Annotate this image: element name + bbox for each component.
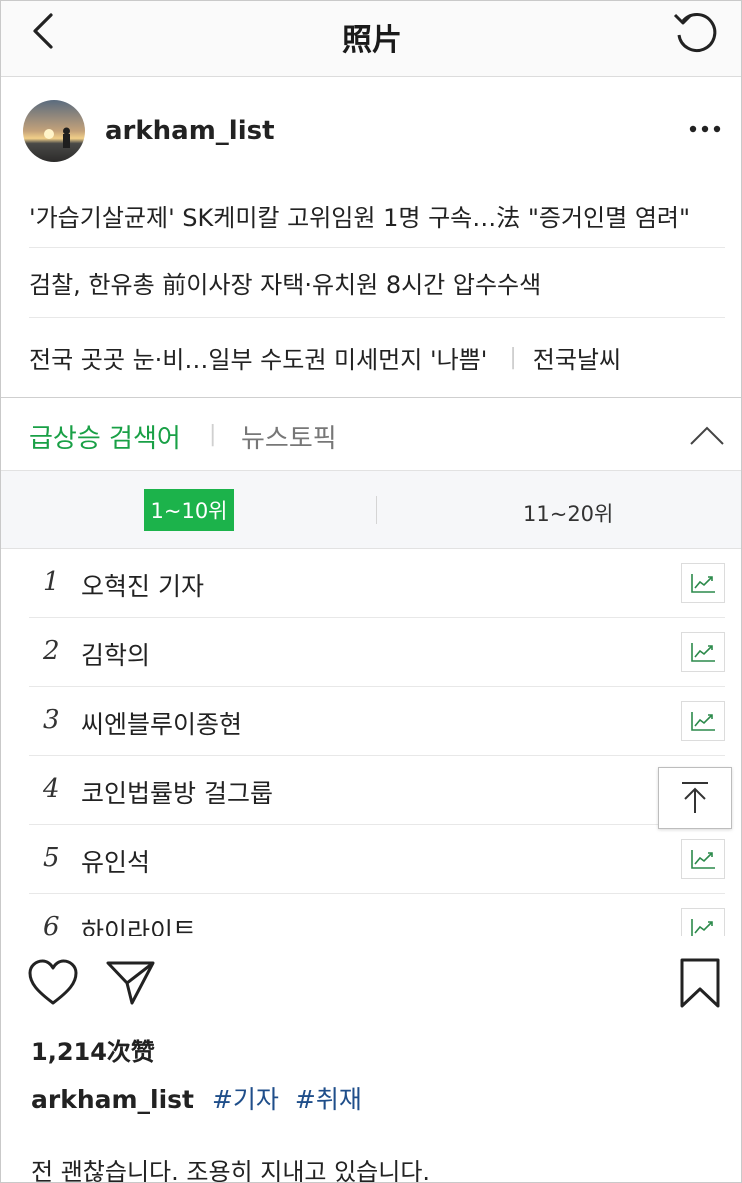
news-item[interactable]: 검찰, 한유총 前이사장 자택·유치원 8시간 압수수색 xyxy=(29,248,725,318)
refresh-icon xyxy=(673,13,717,52)
bookmark-button[interactable] xyxy=(679,957,721,1009)
trend-button[interactable] xyxy=(681,563,725,603)
trending-tabs: 급상승 검색어 | 뉴스토픽 xyxy=(1,397,741,471)
like-button[interactable] xyxy=(27,959,79,1007)
trend-button[interactable] xyxy=(681,701,725,741)
rank-keyword: 하이라이트 xyxy=(81,917,197,936)
rank-keyword: 유인석 xyxy=(81,848,151,877)
news-headline: '가습기살균제' SK케미칼 고위임원 1명 구속…法 "증거인멸 염려" xyxy=(29,204,691,232)
arrow-up-icon xyxy=(682,782,708,813)
send-icon xyxy=(106,961,155,1005)
rank-number: 6 xyxy=(43,912,60,936)
trend-chart-icon xyxy=(691,919,713,936)
rank-number: 4 xyxy=(43,774,60,804)
avatar-image xyxy=(23,100,85,162)
news-headline: 검찰, 한유총 前이사장 자택·유치원 8시간 압수수색 xyxy=(29,271,542,299)
hashtag-link[interactable]: #기자 xyxy=(212,1085,279,1114)
trend-chart-icon xyxy=(691,574,715,593)
trend-button[interactable] xyxy=(681,839,725,879)
app-frame: 照片 arkham_list '가습기살균제' SK케미칼 고위임원 1명 구속… xyxy=(0,0,742,1183)
rank-range-switch: 1~10위 11~20위 xyxy=(1,471,741,549)
rank-number: 5 xyxy=(43,843,60,873)
range-11-20-button[interactable]: 11~20위 xyxy=(523,498,613,528)
chevron-up-icon xyxy=(690,426,724,445)
hashtag-link[interactable]: #취재 xyxy=(295,1085,362,1114)
trend-button[interactable] xyxy=(681,908,725,936)
rank-number: 2 xyxy=(43,636,60,666)
news-item[interactable]: '가습기살균제' SK케미칼 고위임원 1명 구속…法 "증거인멸 염려" xyxy=(29,184,725,248)
like-count[interactable]: 1,214次赞 xyxy=(31,1032,155,1067)
bookmark-icon xyxy=(680,958,720,1008)
news-headline: 전국 곳곳 눈·비…일부 수도권 미세먼지 '나쁨' xyxy=(29,345,488,374)
post-username[interactable]: arkham_list xyxy=(105,116,275,146)
news-item[interactable]: 전국 곳곳 눈·비…일부 수도권 미세먼지 '나쁨' | 전국날씨 xyxy=(29,318,725,396)
trend-chart-icon xyxy=(691,850,715,869)
rank-keyword: 씨엔블루이종현 xyxy=(81,710,243,739)
rank-number: 1 xyxy=(43,567,60,597)
rank-number: 3 xyxy=(43,705,60,735)
rank-keyword: 오혁진 기자 xyxy=(81,572,204,601)
range-divider xyxy=(376,496,377,524)
more-options-button[interactable] xyxy=(685,114,725,144)
post-header: arkham_list xyxy=(1,78,741,184)
rank-list: 1 오혁진 기자 2 김학의 3 씨엔블루이종현 4 코인법률방 걸그룹 5 유… xyxy=(1,549,741,936)
top-bar: 照片 xyxy=(1,1,741,77)
rank-row[interactable]: 2 김학의 xyxy=(29,618,725,687)
trend-chart-icon xyxy=(691,643,715,662)
range-1-10-button[interactable]: 1~10위 xyxy=(144,489,234,531)
tab-news-topic[interactable]: 뉴스토픽 xyxy=(241,418,337,455)
rank-row[interactable]: 3 씨엔블루이종현 xyxy=(29,687,725,756)
page-title: 照片 xyxy=(342,23,402,58)
rank-keyword: 김학의 xyxy=(81,641,151,670)
share-button[interactable] xyxy=(105,959,157,1007)
scroll-to-top-button[interactable] xyxy=(658,767,732,829)
tab-realtime-search[interactable]: 급상승 검색어 xyxy=(29,418,181,455)
post-image: '가습기살균제' SK케미칼 고위임원 1명 구속…法 "증거인멸 염려" 검찰… xyxy=(1,184,741,936)
post-caption: arkham_list #기자 #취재 xyxy=(31,1080,370,1116)
tab-separator: | xyxy=(209,422,217,447)
refresh-button[interactable] xyxy=(669,7,725,59)
rank-keyword: 코인법률방 걸그룹 xyxy=(81,779,273,808)
comment-text: 전 괜찮습니다. 조용히 지내고 있습니다. xyxy=(31,1158,431,1183)
collapse-button[interactable] xyxy=(687,420,727,450)
rank-row[interactable]: 5 유인석 xyxy=(29,825,725,894)
caption-username[interactable]: arkham_list xyxy=(31,1085,194,1114)
rank-row[interactable]: 4 코인법률방 걸그룹 xyxy=(29,756,725,825)
avatar[interactable] xyxy=(23,100,85,162)
news-category-link[interactable]: 전국날씨 xyxy=(533,340,621,375)
trend-chart-icon xyxy=(691,712,715,731)
rank-row[interactable]: 1 오혁진 기자 xyxy=(29,549,725,618)
more-horizontal-icon xyxy=(689,125,721,133)
heart-icon xyxy=(28,959,78,1005)
rank-row[interactable]: 6 하이라이트 xyxy=(29,894,725,936)
trend-button[interactable] xyxy=(681,632,725,672)
post-actions xyxy=(1,941,741,1031)
news-separator: | xyxy=(509,344,517,370)
